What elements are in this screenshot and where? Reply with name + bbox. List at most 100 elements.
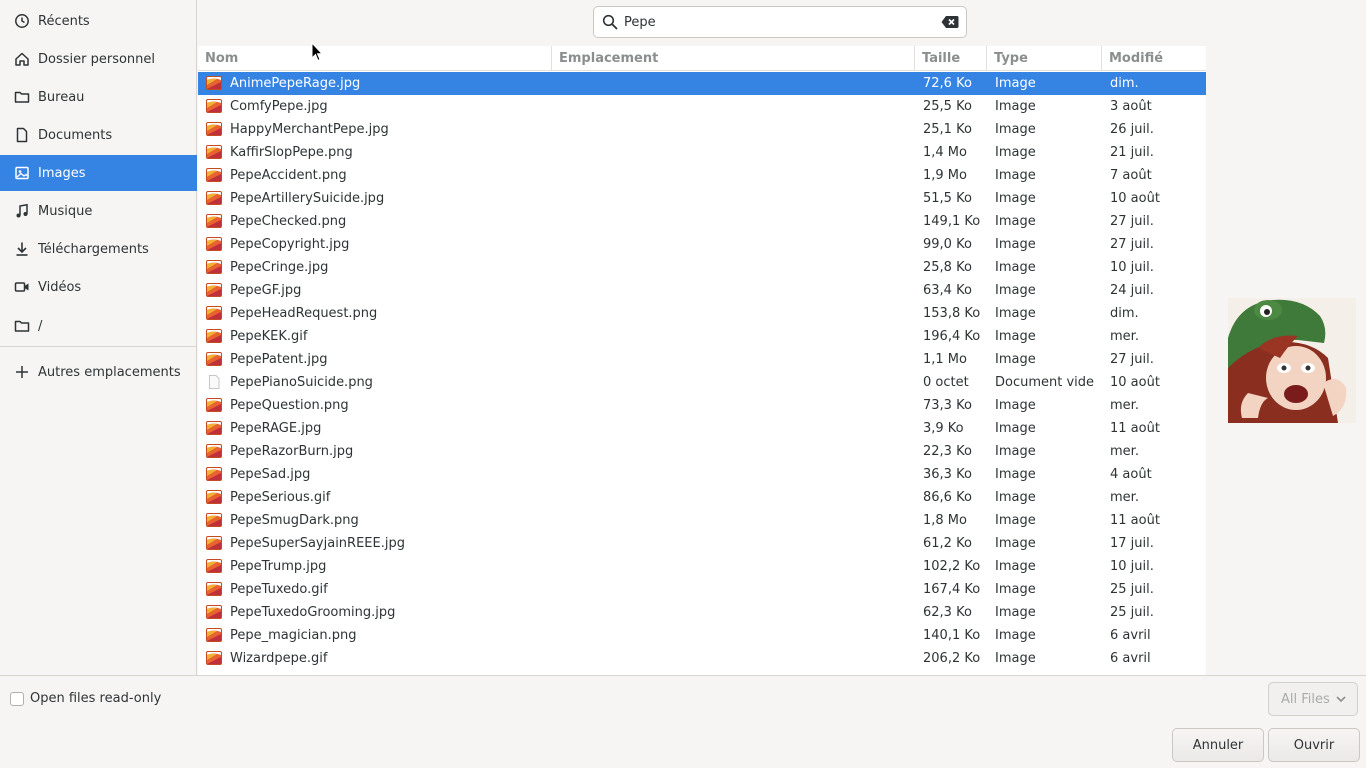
- file-name: PepeSuperSayjainREEE.jpg: [230, 536, 405, 551]
- file-row[interactable]: PepeSuperSayjainREEE.jpg 61,2 Ko Image 17 j…: [198, 532, 1206, 555]
- file-row[interactable]: HappyMerchantPepe.jpg 25,1 Ko Image 26 juil…: [198, 118, 1206, 141]
- preview-pane: [1206, 46, 1366, 675]
- sidebar-item-label: /: [38, 318, 43, 334]
- video-icon: [14, 279, 30, 295]
- file-type: Image: [995, 214, 1036, 229]
- file-type: Image: [995, 651, 1036, 666]
- sidebar-item-musique[interactable]: Musique: [0, 193, 197, 229]
- sidebar-item-recents[interactable]: Récents: [0, 3, 197, 39]
- file-size: 25,5 Ko: [923, 99, 972, 114]
- file-size: 62,3 Ko: [923, 605, 972, 620]
- file-row[interactable]: PepeArtillerySuicide.jpg 51,5 Ko Image 10 a…: [198, 187, 1206, 210]
- file-row[interactable]: PepeGF.jpg 63,4 Ko Image 24 juil.: [198, 279, 1206, 302]
- file-name: PepeTuxedoGrooming.jpg: [230, 605, 396, 620]
- sidebar-item-autres-emplacements[interactable]: Autres emplacements: [0, 354, 197, 390]
- file-size: 25,8 Ko: [923, 260, 972, 275]
- sidebar-item-label: Documents: [38, 127, 113, 143]
- chevron-down-icon: [1336, 696, 1346, 703]
- file-row[interactable]: Pepe_magician.png 140,1 Ko Image 6 avril: [198, 624, 1206, 647]
- sidebar-item-dossier-personnel[interactable]: Dossier personnel: [0, 41, 197, 77]
- file-size: 149,1 Ko: [923, 214, 981, 229]
- sidebar-item-images[interactable]: Images: [0, 155, 197, 191]
- clear-search-icon[interactable]: [941, 15, 959, 29]
- file-row[interactable]: PepePianoSuicide.png 0 octet Document vide…: [198, 371, 1206, 394]
- sidebar-item-documents[interactable]: Documents: [0, 117, 197, 153]
- file-type: Image: [995, 605, 1036, 620]
- image-file-icon: [206, 237, 222, 251]
- sidebar-item-bureau[interactable]: Bureau: [0, 79, 197, 115]
- column-type[interactable]: Type: [987, 46, 1102, 71]
- file-type: Image: [995, 559, 1036, 574]
- file-row[interactable]: PepeSmugDark.png 1,8 Mo Image 11 août: [198, 509, 1206, 532]
- column-size[interactable]: Taille: [915, 46, 987, 71]
- file-modified: 24 juil.: [1110, 283, 1154, 298]
- file-row[interactable]: PepeChecked.png 149,1 Ko Image 27 juil.: [198, 210, 1206, 233]
- file-name: Wizardpepe.gif: [230, 651, 328, 666]
- image-file-icon: [206, 214, 222, 228]
- image-file-icon: [206, 467, 222, 481]
- file-modified: 4 août: [1110, 467, 1152, 482]
- file-size: 1,9 Mo: [923, 168, 967, 183]
- file-size: 206,2 Ko: [923, 651, 981, 666]
- file-name: PepePatent.jpg: [230, 352, 328, 367]
- search-input[interactable]: [624, 10, 941, 34]
- file-modified: mer.: [1110, 444, 1139, 459]
- empty-file-icon: [209, 375, 220, 389]
- file-name: PepeAccident.png: [230, 168, 347, 183]
- file-size: 167,4 Ko: [923, 582, 981, 597]
- file-filter-dropdown[interactable]: All Files: [1268, 682, 1358, 716]
- file-row[interactable]: Wizardpepe.gif 206,2 Ko Image 6 avril: [198, 647, 1206, 670]
- file-name: ComfyPepe.jpg: [230, 99, 328, 114]
- checkbox-box[interactable]: [10, 691, 24, 706]
- sidebar-item-videos[interactable]: Vidéos: [0, 269, 197, 305]
- sidebar-separator: [0, 346, 197, 347]
- image-file-icon: [206, 628, 222, 642]
- readonly-checkbox[interactable]: Open files read-only: [10, 691, 161, 706]
- file-row[interactable]: AnimePepeRage.jpg 72,6 Ko Image dim.: [198, 72, 1206, 95]
- file-row[interactable]: PepeHeadRequest.png 153,8 Ko Image dim.: [198, 302, 1206, 325]
- file-row[interactable]: PepeRAGE.jpg 3,9 Ko Image 11 août: [198, 417, 1206, 440]
- file-modified: 10 juil.: [1110, 260, 1154, 275]
- file-row[interactable]: PepeKEK.gif 196,4 Ko Image mer.: [198, 325, 1206, 348]
- image-file-icon: [206, 536, 222, 550]
- file-row[interactable]: PepeTuxedoGrooming.jpg 62,3 Ko Image 25 jui…: [198, 601, 1206, 624]
- sidebar-item-label: Images: [38, 165, 86, 181]
- cancel-button[interactable]: Annuler: [1172, 728, 1264, 762]
- search-box[interactable]: [593, 6, 967, 38]
- column-name[interactable]: Nom: [198, 46, 552, 71]
- file-modified: mer.: [1110, 490, 1139, 505]
- sidebar-item-root[interactable]: /: [0, 308, 197, 344]
- file-modified: 26 juil.: [1110, 122, 1154, 137]
- file-modified: 10 août: [1110, 375, 1160, 390]
- sidebar-item-telechargements[interactable]: Téléchargements: [0, 231, 197, 267]
- file-row[interactable]: PepeCopyright.jpg 99,0 Ko Image 27 juil.: [198, 233, 1206, 256]
- column-location[interactable]: Emplacement: [552, 46, 915, 71]
- file-row[interactable]: PepeRazorBurn.jpg 22,3 Ko Image mer.: [198, 440, 1206, 463]
- file-type: Image: [995, 444, 1036, 459]
- file-row[interactable]: PepePatent.jpg 1,1 Mo Image 27 juil.: [198, 348, 1206, 371]
- image-file-icon: [206, 306, 222, 320]
- file-name: HappyMerchantPepe.jpg: [230, 122, 389, 137]
- file-row[interactable]: PepeTuxedo.gif 167,4 Ko Image 25 juil.: [198, 578, 1206, 601]
- file-size: 153,8 Ko: [923, 306, 981, 321]
- file-type: Image: [995, 398, 1036, 413]
- folder-icon: [14, 318, 30, 334]
- file-row[interactable]: PepeSad.jpg 36,3 Ko Image 4 août: [198, 463, 1206, 486]
- file-row[interactable]: KaffirSlopPepe.png 1,4 Mo Image 21 juil.: [198, 141, 1206, 164]
- file-name: AnimePepeRage.jpg: [230, 76, 361, 91]
- file-modified: 17 juil.: [1110, 536, 1154, 551]
- places-sidebar: Récents Dossier personnel Bureau Documents I…: [0, 0, 197, 675]
- file-row[interactable]: PepeCringe.jpg 25,8 Ko Image 10 juil.: [198, 256, 1206, 279]
- file-row[interactable]: PepeSerious.gif 86,6 Ko Image mer.: [198, 486, 1206, 509]
- file-name: PepeTuxedo.gif: [230, 582, 328, 597]
- file-row[interactable]: ComfyPepe.jpg 25,5 Ko Image 3 août: [198, 95, 1206, 118]
- file-type: Image: [995, 536, 1036, 551]
- open-button[interactable]: Ouvrir: [1268, 728, 1360, 762]
- file-row[interactable]: PepeAccident.png 1,9 Mo Image 7 août: [198, 164, 1206, 187]
- image-file-icon: [206, 605, 222, 619]
- file-name: PepeRAGE.jpg: [230, 421, 322, 436]
- column-modified[interactable]: Modifié: [1102, 46, 1206, 71]
- filter-label: All Files: [1281, 691, 1330, 707]
- file-row[interactable]: PepeTrump.jpg 102,2 Ko Image 10 juil.: [198, 555, 1206, 578]
- file-row[interactable]: PepeQuestion.png 73,3 Ko Image mer.: [198, 394, 1206, 417]
